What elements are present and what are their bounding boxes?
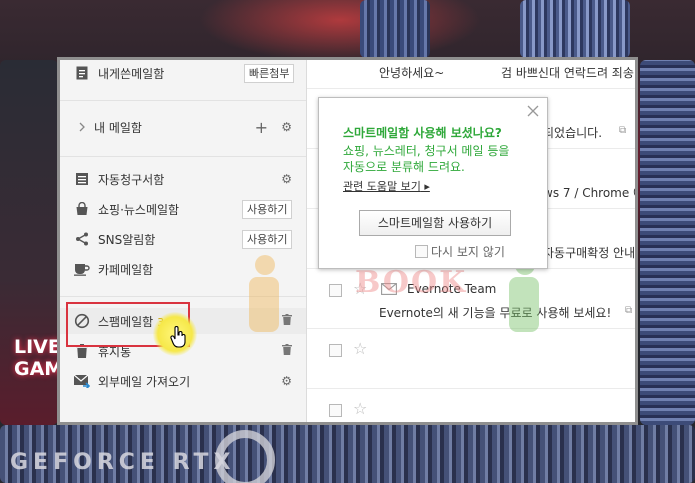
quick-attach-button[interactable]: 빠른첨부 — [244, 63, 295, 83]
sidebar-item-shopping[interactable]: 쇼핑·뉴스메일함 사용하기 — [60, 196, 306, 222]
sidebar-item-my-mailbox[interactable]: 내 메일함 + ⚙ — [60, 114, 306, 140]
mail-checkbox[interactable] — [329, 404, 342, 417]
gear-icon[interactable]: ⚙ — [281, 120, 292, 134]
sidebar-item-label: 내게쓴메일함 — [98, 66, 165, 81]
watermark-text: BOOK — [355, 265, 468, 300]
mail-subject: 안녕하세요~ — [379, 66, 445, 80]
smart-mailbox-popup: 스마트메일함 사용해 보셨나요? 쇼핑, 뉴스레터, 청구서 메일 등을 자동으… — [318, 97, 548, 269]
enable-button[interactable]: 사용하기 — [242, 199, 293, 219]
mail-row[interactable]: ☆ — [307, 388, 635, 422]
brand-text: GEFORCE RTX — [10, 450, 236, 475]
document-icon — [74, 65, 90, 81]
mail-preview: ws 7 / Chrome 에 — [543, 186, 638, 200]
sidebar-item-label: SNS알림함 — [98, 232, 156, 247]
external-link-icon[interactable]: ⧉ — [619, 125, 626, 136]
sidebar-item-label: 외부메일 가져오기 — [98, 374, 191, 389]
close-icon[interactable] — [527, 104, 539, 120]
mail-sidebar: 내게쓴메일함 빠른첨부 내 메일함 + ⚙ 자동청구서함 ⚙ 쇼핑·뉴스메일함 — [60, 60, 307, 422]
popup-description: 자동으로 분류해 드려요. — [343, 160, 465, 174]
add-folder-icon[interactable]: + — [255, 118, 268, 137]
cable-bundle — [640, 60, 695, 425]
sidebar-item-label: 카페메일함 — [98, 262, 154, 277]
divider — [60, 100, 306, 101]
share-icon — [74, 231, 90, 247]
chevron-right-icon — [74, 119, 90, 135]
sidebar-item-external[interactable]: 외부메일 가져오기 ⚙ — [60, 368, 306, 394]
mail-preview: 검 바쁘신대 연락드려 죄송 — [501, 66, 634, 80]
sidebar-item-bill[interactable]: 자동청구서함 ⚙ — [60, 166, 306, 192]
dont-show-checkbox[interactable] — [415, 245, 428, 258]
sidebar-item-label: 쇼핑·뉴스메일함 — [98, 202, 180, 217]
mail-import-icon — [74, 373, 90, 389]
sidebar-item-label: 자동청구서함 — [98, 172, 165, 187]
dont-show-again-option[interactable]: 다시 보지 않기 — [415, 243, 505, 260]
gear-icon[interactable]: ⚙ — [281, 172, 292, 186]
bill-icon — [74, 171, 90, 187]
popup-title: 스마트메일함 사용해 보셨나요? — [343, 126, 502, 140]
divider — [60, 156, 306, 157]
cup-icon — [74, 261, 90, 277]
mail-preview: 되었습니다. — [543, 126, 603, 140]
popup-description: 쇼핑, 뉴스레터, 청구서 메일 등을 — [343, 144, 510, 158]
help-link[interactable]: 관련 도움말 보기 ▸ — [343, 178, 430, 194]
dont-show-label: 다시 보지 않기 — [431, 245, 505, 259]
enable-button[interactable]: 사용하기 — [242, 229, 293, 249]
sidebar-item-sent[interactable]: 내게쓴메일함 빠른첨부 — [60, 60, 306, 86]
live-badge-text: LIVE GAM — [14, 336, 64, 380]
star-icon[interactable]: ☆ — [353, 401, 367, 417]
sidebar-item-label: 내 메일함 — [94, 120, 142, 135]
shopping-bag-icon — [74, 201, 90, 217]
use-smart-mailbox-button[interactable]: 스마트메일함 사용하기 — [359, 210, 511, 236]
external-link-icon[interactable]: ⧉ — [625, 305, 632, 316]
cable-bundle — [360, 0, 430, 58]
watermark: BOOK — [245, 255, 585, 365]
gear-icon[interactable]: ⚙ — [281, 374, 292, 388]
mail-row[interactable]: 안녕하세요~ 검 바쁘신대 연락드려 죄송 — [307, 60, 635, 89]
cable-bundle — [520, 0, 630, 58]
mail-window: 내게쓴메일함 빠른첨부 내 메일함 + ⚙ 자동청구서함 ⚙ 쇼핑·뉴스메일함 — [57, 57, 638, 425]
sidebar-item-sns[interactable]: SNS알림함 사용하기 — [60, 226, 306, 252]
hand-cursor-icon — [170, 326, 188, 351]
